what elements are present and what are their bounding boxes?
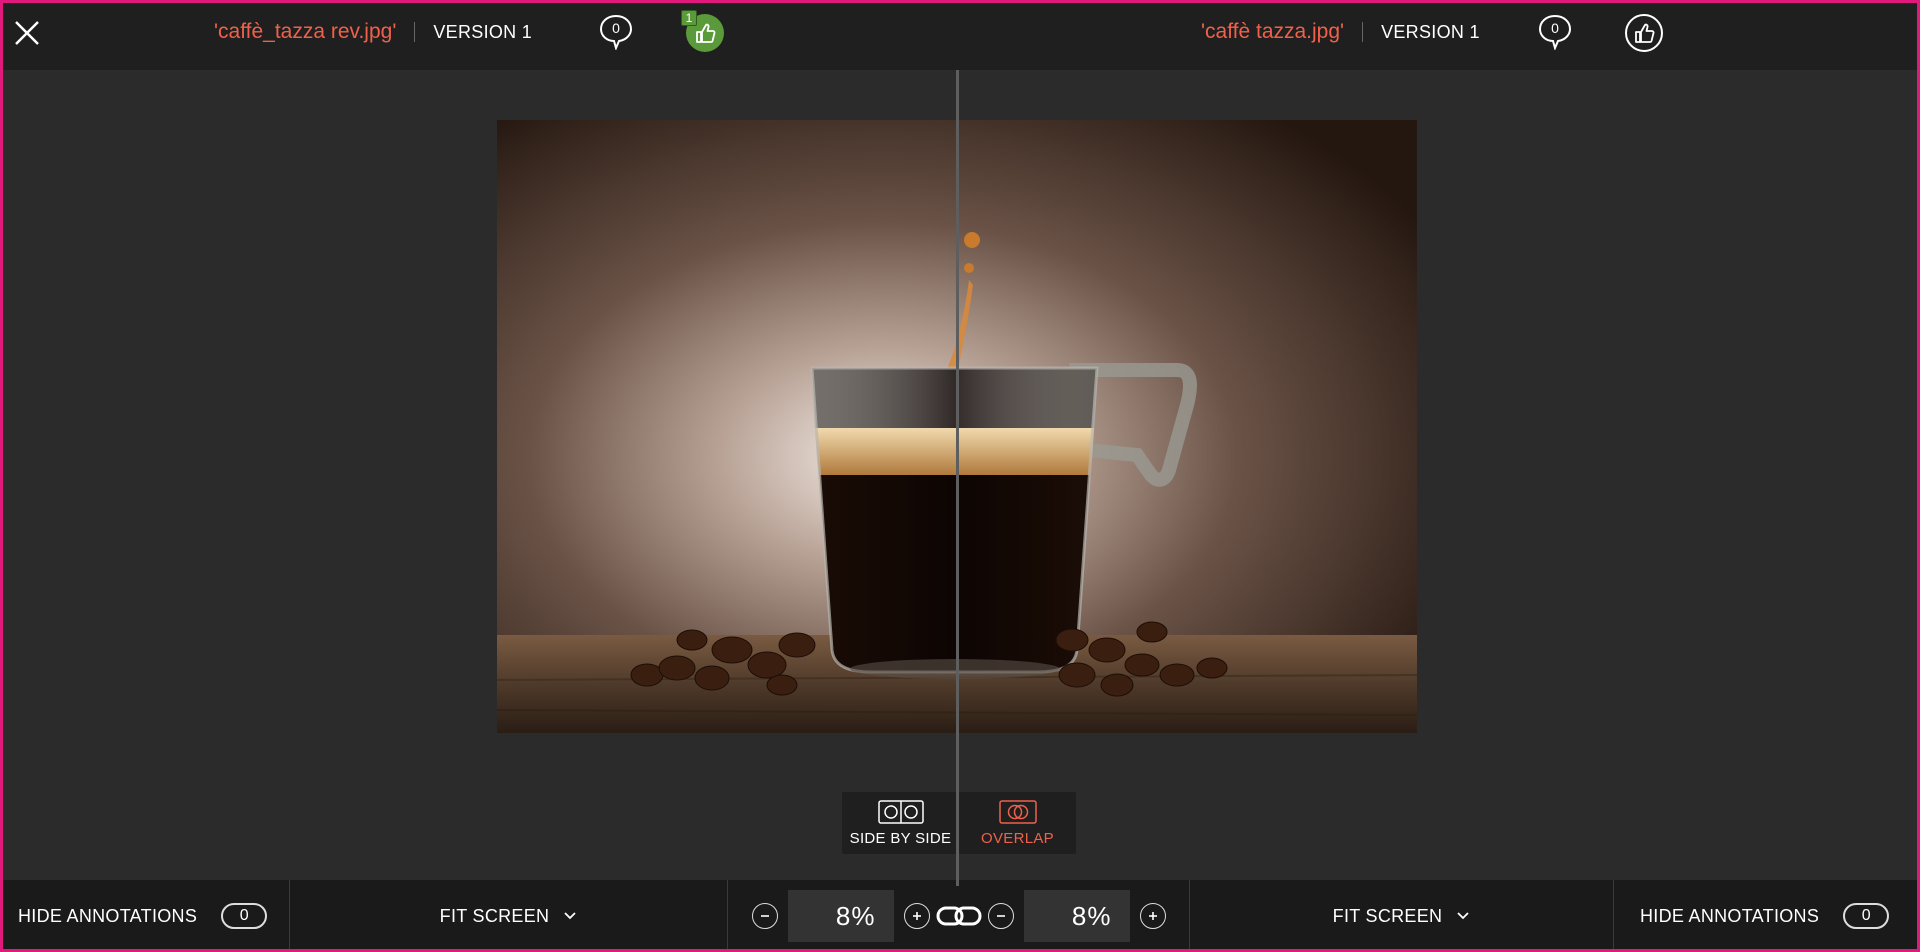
right-comment-count: 0 [1551,20,1559,36]
right-fit-screen-label: FIT SCREEN [1332,905,1443,926]
left-file-name[interactable]: 'caffè_tazza rev.jpg' [214,20,396,44]
left-like-button[interactable]: 1 [681,10,724,52]
left-zoom-in-button[interactable] [903,903,930,929]
thumbs-up-icon [1635,23,1655,43]
link-zoom-button[interactable] [936,905,982,927]
left-zoom-out-button[interactable] [751,903,778,929]
zoom-in-icon [912,912,921,920]
like-unapproved [1625,14,1663,52]
left-like-count: 1 [681,10,697,26]
zoom-out-icon [760,915,769,917]
right-zoom-in-button[interactable] [1139,903,1166,929]
right-hide-annotations-button[interactable]: HIDE ANNOTATIONS [1640,906,1819,927]
side-by-side-button[interactable]: SIDE BY SIDE [842,792,959,854]
right-file-info: 'caffè tazza.jpg' VERSION 1 [1201,0,1480,64]
right-zoom-value[interactable]: 8% [1023,890,1130,942]
view-mode-toggle: SIDE BY SIDE OVERLAP [842,792,1076,854]
overlap-button[interactable]: OVERLAP [959,792,1076,854]
left-zoom-value[interactable]: 8% [787,890,894,942]
right-version-label[interactable]: VERSION 1 [1381,22,1480,43]
left-fit-screen-label: FIT SCREEN [439,905,550,926]
close-icon [15,21,39,45]
right-annotations-section: HIDE ANNOTATIONS 0 [1614,880,1920,952]
right-like-button[interactable] [1625,14,1663,52]
side-by-side-icon [877,799,924,824]
left-file-info: 'caffè_tazza rev.jpg' VERSION 1 [214,0,532,64]
right-comments-button[interactable]: 0 [1538,14,1572,51]
zoom-in-icon [1148,912,1157,920]
separator [1362,22,1364,42]
top-bar: 'caffè_tazza rev.jpg' VERSION 1 0 1 'caf… [0,0,1920,70]
right-annotation-count: 0 [1843,903,1890,929]
right-zoom-out-button[interactable] [987,903,1014,929]
overlap-icon [998,799,1037,824]
left-comments-button[interactable]: 0 [599,14,633,51]
left-annotation-count: 0 [221,903,268,929]
separator [414,22,416,42]
left-annotations-section: HIDE ANNOTATIONS 0 [0,880,290,952]
left-comment-count: 0 [612,20,620,36]
side-by-side-label: SIDE BY SIDE [849,829,952,847]
right-file-name[interactable]: 'caffè tazza.jpg' [1201,20,1344,44]
chevron-down-icon [1457,912,1469,920]
thumbs-up-icon [696,23,716,43]
bottom-toolbar: HIDE ANNOTATIONS 0 FIT SCREEN 8% 8% FIT … [0,880,1920,952]
left-version-label[interactable]: VERSION 1 [433,22,532,43]
overlap-label: OVERLAP [981,829,1054,847]
close-button[interactable] [12,18,42,48]
left-hide-annotations-button[interactable]: HIDE ANNOTATIONS [18,906,197,927]
overlap-split-handle[interactable] [956,70,959,886]
left-fit-screen-dropdown[interactable]: FIT SCREEN [290,880,728,952]
right-fit-screen-dropdown[interactable]: FIT SCREEN [1190,880,1614,952]
chevron-down-icon [564,912,576,920]
zoom-out-icon [996,915,1005,917]
link-icon [936,906,981,926]
zoom-controls: 8% 8% [728,880,1190,952]
